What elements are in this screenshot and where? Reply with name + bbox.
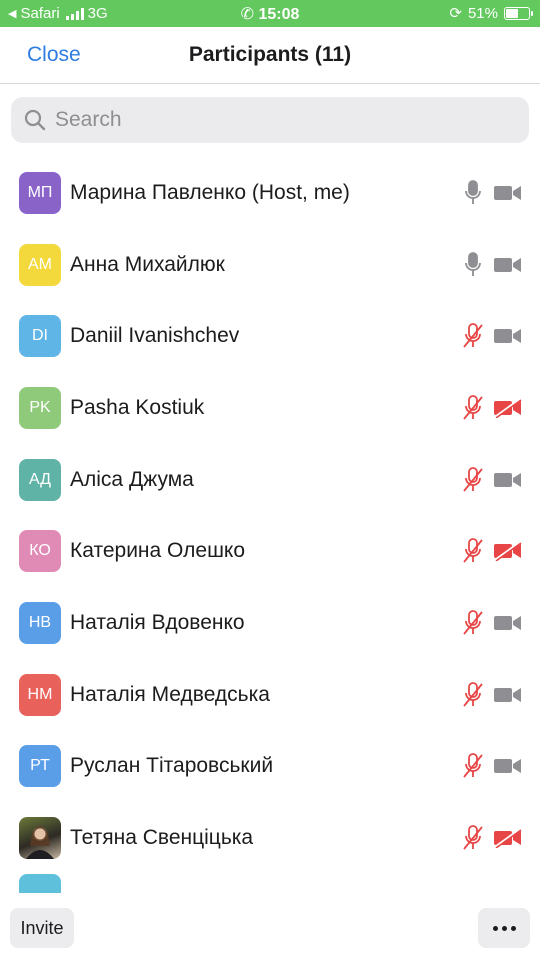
avatar-initials: АД	[28, 470, 52, 488]
bottom-toolbar: Invite	[0, 893, 540, 960]
participant-row[interactable]: DI Daniil Ivanishchev	[0, 300, 540, 372]
participant-role: (Host, me)	[246, 180, 350, 204]
microphone-muted-icon	[463, 681, 483, 707]
participant-name: Наталія Вдовенко	[70, 610, 245, 634]
camera-off-icon	[494, 398, 522, 418]
participant-name: Анна Михайлюк	[70, 252, 225, 276]
participant-name: Руслан Тітаровський	[70, 754, 274, 778]
invite-button[interactable]: Invite	[10, 908, 74, 948]
avatar: НВ	[19, 601, 61, 644]
phone-call-icon: ✆	[240, 6, 255, 23]
avatar-initials: МП	[27, 183, 53, 201]
status-right: ⟳ 51%	[449, 4, 533, 22]
more-options-button[interactable]	[478, 908, 530, 948]
participant-name: Pasha Kostiuk	[70, 395, 205, 419]
orientation-lock-icon: ⟳	[449, 5, 462, 22]
avatar-initials: DI	[32, 327, 48, 345]
participant-row[interactable]: НВ Наталія Вдовенко	[0, 587, 540, 659]
microphone-muted-icon	[463, 825, 483, 850]
camera-icon	[494, 472, 521, 487]
camera-icon	[494, 185, 521, 200]
participant-row[interactable]: НМ Наталія Медведська	[0, 659, 540, 731]
avatar-initials: НМ	[27, 685, 53, 703]
avatar: РТ	[19, 745, 61, 788]
avatar-initials: АМ	[28, 255, 52, 273]
avatar: НМ	[19, 673, 61, 716]
page-title: Participants (11)	[188, 43, 352, 66]
microphone-muted-icon	[463, 753, 483, 778]
camera-icon	[494, 615, 521, 630]
participant-row[interactable]: АД Аліса Джума	[0, 444, 540, 516]
participant-row[interactable]: PK Pasha Kostiuk	[0, 372, 540, 444]
avatar-initials: НВ	[28, 613, 52, 631]
participant-row[interactable]: КО Катерина Олешко	[0, 515, 540, 587]
participant-name: Наталія Медведська	[70, 682, 270, 706]
battery-icon	[504, 6, 533, 20]
participant-row-partial[interactable]	[0, 873, 540, 894]
avatar-initials: PK	[29, 398, 51, 416]
camera-icon	[494, 257, 521, 272]
microphone-icon	[465, 179, 481, 204]
participant-row[interactable]: АМ Анна Михайлюк	[0, 229, 540, 301]
avatar: КО	[19, 530, 61, 573]
profile-photo	[26, 826, 54, 860]
participant-name: Катерина Олешко	[70, 539, 246, 563]
camera-off-icon	[494, 828, 522, 849]
microphone-muted-icon	[463, 538, 483, 563]
microphone-icon	[465, 251, 481, 276]
avatar: АД	[19, 458, 61, 501]
battery-percent: 51%	[467, 4, 498, 22]
camera-icon	[494, 759, 521, 774]
participant-name: Аліса Джума	[70, 467, 194, 491]
navigation-bar: Close Participants (11)	[0, 27, 540, 84]
participants-list[interactable]: МП Марина Павленко (Host, me) АМ Анна Миха…	[0, 157, 540, 894]
search-icon	[24, 109, 46, 131]
participant-name: Тетяна Свенціцька	[70, 826, 254, 850]
microphone-muted-icon	[463, 610, 483, 635]
avatar	[19, 817, 61, 860]
avatar: МП	[19, 171, 61, 214]
avatar: DI	[19, 315, 61, 358]
avatar	[19, 873, 61, 894]
participant-row[interactable]: Тетяна Свенціцька	[0, 802, 540, 874]
microphone-muted-icon	[463, 323, 483, 348]
camera-icon	[494, 329, 521, 344]
participant-name: Марина Павленко (Host, me)	[70, 180, 350, 204]
camera-off-icon	[494, 541, 522, 562]
microphone-muted-icon	[463, 395, 483, 420]
search-bar[interactable]	[11, 97, 529, 143]
microphone-muted-icon	[463, 466, 483, 492]
status-time: 15:08	[258, 6, 300, 23]
camera-icon	[494, 687, 521, 702]
participant-name: Daniil Ivanishchev	[70, 324, 240, 348]
ellipsis-icon	[492, 925, 516, 931]
participant-row[interactable]: РТ Руслан Тітаровський	[0, 731, 540, 803]
participant-row[interactable]: МП Марина Павленко (Host, me)	[0, 157, 540, 229]
avatar-initials: РТ	[30, 757, 50, 775]
search-input[interactable]	[53, 107, 497, 133]
status-bar: ◀ Safari 3G ✆ 15:08 ⟳ 51%	[0, 0, 540, 27]
avatar-initials: КО	[29, 542, 51, 560]
avatar: PK	[19, 386, 61, 429]
avatar: АМ	[19, 243, 61, 286]
